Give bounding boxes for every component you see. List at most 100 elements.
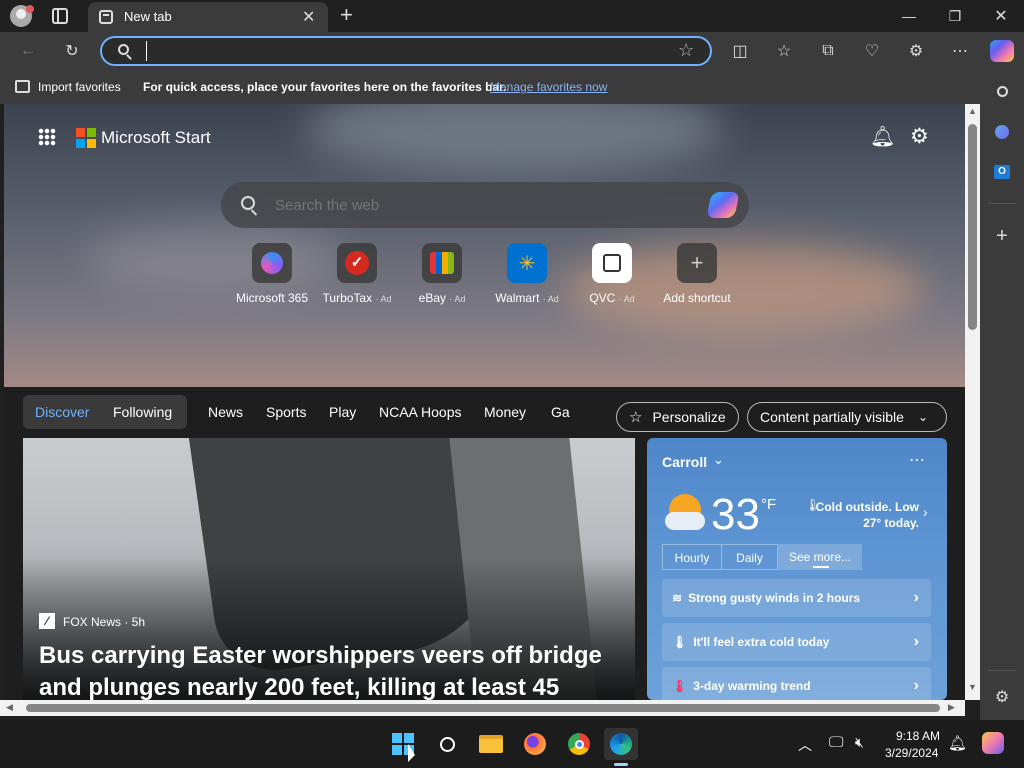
favorites-button[interactable]: ☆: [770, 38, 798, 64]
vertical-scrollbar[interactable]: ▲ ▼: [965, 104, 980, 700]
shortcut-walmart[interactable]: ✳ Walmart · Ad: [487, 243, 567, 305]
tab-actions-icon[interactable]: [52, 8, 68, 24]
tab-discover[interactable]: Discover: [35, 404, 89, 420]
favorites-bar: Import favorites For quick access, place…: [0, 70, 1024, 104]
page-settings-gear-icon[interactable]: ⚙: [910, 124, 929, 149]
shortcut-qvc[interactable]: QVC · Ad: [572, 243, 652, 305]
horizontal-scrollbar[interactable]: ◀ ▶: [0, 700, 965, 716]
turbotax-icon: ✓: [345, 251, 369, 275]
tab-games-truncated[interactable]: Ga: [551, 404, 570, 420]
search-web-input[interactable]: [275, 194, 675, 216]
weather-tab-hourly[interactable]: Hourly: [662, 544, 722, 570]
more-menu-button[interactable]: ⋯: [946, 38, 974, 64]
mouse-cursor: [408, 744, 415, 762]
scroll-down-arrow-icon[interactable]: ▼: [968, 682, 977, 692]
news-headline[interactable]: Bus carrying Easter worshippers veers of…: [39, 640, 629, 700]
sidebar-copilot-icon[interactable]: [988, 118, 1016, 146]
scroll-left-arrow-icon[interactable]: ◀: [6, 702, 13, 713]
taskbar-search-icon[interactable]: [430, 728, 464, 760]
edge-icon[interactable]: [604, 728, 638, 760]
weather-unit[interactable]: °F: [761, 496, 776, 513]
add-favorite-star-icon[interactable]: ☆: [678, 40, 694, 61]
vertical-scroll-thumb[interactable]: [968, 124, 977, 330]
weather-location[interactable]: Carroll: [662, 454, 707, 470]
firefox-icon[interactable]: [518, 728, 552, 760]
weather-tabs: Hourly Daily See more...: [662, 544, 862, 570]
back-button[interactable]: ←: [14, 38, 42, 64]
notification-bell-icon[interactable]: 🔔︎: [948, 734, 967, 752]
sidebar-add-icon[interactable]: +: [988, 222, 1016, 250]
refresh-button[interactable]: ↻: [58, 38, 86, 64]
sparkle-star-icon: ☆: [629, 409, 643, 426]
personalize-button[interactable]: ☆ Personalize: [616, 402, 739, 432]
chevron-down-icon: ⌄: [917, 410, 929, 424]
scroll-right-arrow-icon[interactable]: ▶: [948, 702, 955, 713]
notifications-bell-icon[interactable]: 🔔︎: [870, 124, 895, 149]
copilot-search-icon[interactable]: [706, 192, 740, 218]
clock-time[interactable]: 9:18 AM: [896, 729, 940, 743]
shortcut-ebay[interactable]: eBay · Ad: [402, 243, 482, 305]
close-tab-icon[interactable]: ✕: [302, 7, 315, 27]
tab-title: New tab: [124, 9, 172, 24]
news-card[interactable]: ⁄ FOX News · 5h Bus carrying Easter wors…: [23, 438, 635, 700]
chevron-right-icon: ›: [913, 633, 919, 650]
content-visibility-dropdown[interactable]: Content partially visible ⌄: [747, 402, 947, 432]
minimize-button[interactable]: —: [886, 0, 932, 32]
weather-note[interactable]: Cold outside. Low 27° today.: [815, 499, 919, 531]
wind-icon: ≋: [672, 591, 683, 605]
collections-button[interactable]: ⧉: [814, 38, 842, 64]
tab-following[interactable]: Following: [113, 404, 172, 420]
apps-launcher-icon[interactable]: [38, 128, 56, 146]
address-input[interactable]: [146, 41, 666, 61]
manage-favorites-link[interactable]: Manage favorites now: [490, 80, 607, 94]
weather-alert-warming[interactable]: 🌡︎ 3-day warming trend ›: [662, 667, 931, 700]
close-window-button[interactable]: ✕: [978, 0, 1024, 32]
profile-avatar[interactable]: [10, 5, 34, 27]
edge-sidebar: O + ⚙: [980, 70, 1024, 720]
file-explorer-icon[interactable]: [474, 728, 508, 760]
tab-sports[interactable]: Sports: [266, 404, 306, 420]
shortcut-turbotax[interactable]: ✓ TurboTax · Ad: [317, 243, 397, 305]
shortcut-add[interactable]: + Add shortcut: [657, 243, 737, 305]
restore-button[interactable]: ❐: [932, 0, 978, 32]
weather-more-options-icon[interactable]: ⋯: [909, 450, 925, 470]
weather-tab-daily[interactable]: Daily: [722, 544, 778, 570]
scroll-up-arrow-icon[interactable]: ▲: [968, 106, 977, 116]
sidebar-divider-bottom: [988, 670, 1016, 671]
sun-cloud-icon: [665, 494, 705, 534]
shortcut-microsoft-365[interactable]: Microsoft 365: [232, 243, 312, 305]
sidebar-outlook-icon[interactable]: O: [988, 158, 1016, 186]
sidebar-settings-icon[interactable]: ⚙: [988, 683, 1016, 711]
weather-note-chevron-icon[interactable]: ›: [923, 504, 928, 520]
clock-date[interactable]: 3/29/2024: [885, 746, 938, 760]
new-tab-button[interactable]: +: [340, 2, 353, 28]
tab-new-tab[interactable]: New tab ✕: [88, 2, 328, 32]
address-bar[interactable]: ☆: [100, 36, 712, 66]
copilot-icon[interactable]: [990, 40, 1014, 62]
browser-essentials-button[interactable]: ♡: [858, 38, 886, 64]
volume-muted-icon[interactable]: 🔇︎: [855, 734, 864, 751]
weather-alert-cold[interactable]: 🌡︎ It'll feel extra cold today ›: [662, 623, 931, 661]
chrome-icon[interactable]: [562, 728, 596, 760]
chevron-right-icon: ›: [913, 589, 919, 606]
horizontal-scroll-thumb[interactable]: [26, 704, 940, 712]
new-tab-page: Microsoft Start 🔔︎ ⚙ Microsoft 365 ✓ Tur…: [4, 104, 965, 700]
tab-play[interactable]: Play: [329, 404, 356, 420]
weather-alert-winds[interactable]: ≋ Strong gusty winds in 2 hours ›: [662, 579, 931, 617]
sidebar-search-icon[interactable]: [988, 77, 1016, 105]
weather-card[interactable]: Carroll ⌄ ⋯ 33 °F 🌡︎ Cold outside. Low 2…: [647, 438, 947, 700]
news-feed: Discover Following News Sports Play NCAA…: [4, 387, 965, 700]
title-bar: New tab ✕ + — ❐ ✕: [0, 0, 1024, 32]
network-icon[interactable]: 🖵︎: [829, 734, 843, 751]
tab-ncaa-hoops[interactable]: NCAA Hoops: [379, 404, 461, 420]
tab-money[interactable]: Money: [484, 404, 526, 420]
location-chevron-icon[interactable]: ⌄: [713, 452, 724, 468]
split-screen-button[interactable]: ◫: [726, 38, 754, 64]
extensions-button[interactable]: ⚙: [902, 38, 930, 64]
copilot-taskbar-icon[interactable]: [982, 732, 1004, 754]
sidebar-divider: [988, 203, 1016, 204]
tab-news[interactable]: News: [208, 404, 243, 420]
show-hidden-icons-chevron[interactable]: ︿: [798, 735, 812, 755]
web-search-box[interactable]: [221, 182, 749, 228]
import-favorites-link[interactable]: Import favorites: [38, 80, 121, 94]
